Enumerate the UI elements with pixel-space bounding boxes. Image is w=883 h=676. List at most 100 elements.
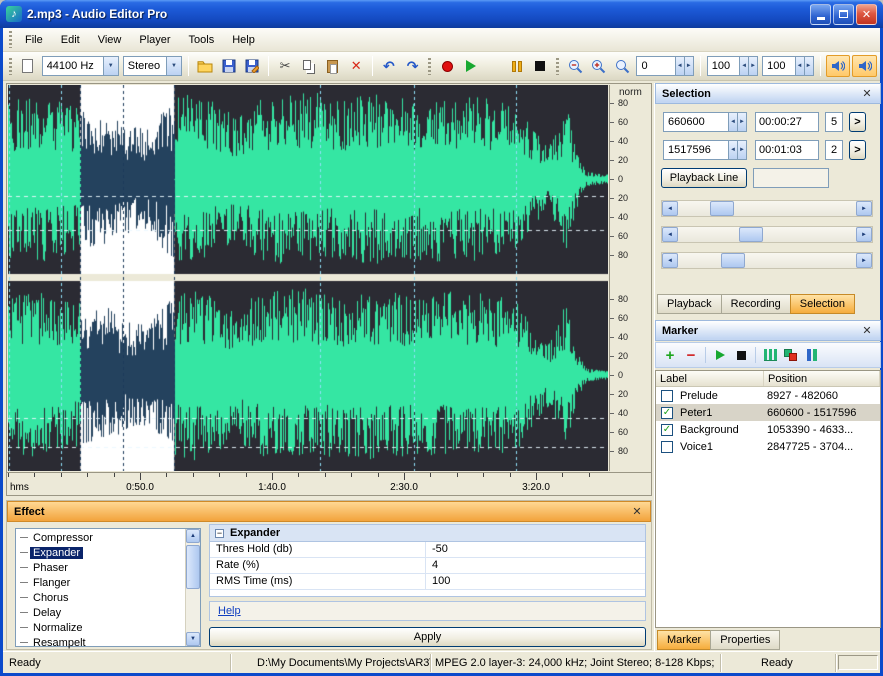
speaker-right-toggle[interactable] — [852, 55, 877, 77]
menu-view[interactable]: View — [89, 30, 131, 50]
open-file-button[interactable] — [193, 55, 217, 77]
channel-mode-combo[interactable]: Stereo ▼ — [123, 56, 182, 76]
spin-right-icon[interactable]: ► — [737, 141, 746, 159]
scroll-track[interactable] — [678, 227, 856, 242]
titlebar[interactable]: ♪ 2.mp3 - Audio Editor Pro ✕ — [0, 0, 883, 28]
scroll-left-button[interactable]: ◄ — [662, 201, 678, 216]
timeline-ruler[interactable]: hms 0:50.01:40.02:30.03:20.0 — [7, 472, 651, 496]
effect-item-delay[interactable]: Delay — [16, 605, 185, 620]
undo-button[interactable]: ↶ — [377, 55, 401, 77]
menu-player[interactable]: Player — [130, 30, 179, 50]
spin-left-icon[interactable]: ◄ — [675, 57, 684, 75]
spin-right-icon[interactable]: ► — [684, 57, 693, 75]
help-link[interactable]: Help — [218, 605, 241, 617]
save-button[interactable] — [217, 55, 241, 77]
selection-end-extra-field[interactable]: 2 — [825, 140, 843, 160]
volume-right-spinner[interactable]: 100 ◄► — [762, 56, 813, 76]
play-marker-icon[interactable] — [711, 346, 729, 364]
selection-scrollbar-2[interactable]: ◄► — [661, 226, 873, 243]
paste-button[interactable] — [321, 55, 345, 77]
stop-marker-icon[interactable] — [732, 346, 750, 364]
selection-panel-close-icon[interactable]: ✕ — [860, 87, 874, 100]
speaker-left-toggle[interactable] — [826, 55, 851, 77]
tab-selection[interactable]: Selection — [790, 294, 855, 314]
dropdown-arrow-icon[interactable]: ▼ — [103, 57, 118, 75]
effect-item-compressor[interactable]: Compressor — [16, 530, 185, 545]
effect-item-flanger[interactable]: Flanger — [16, 575, 185, 590]
column-header-position[interactable]: Position — [764, 371, 880, 386]
menu-help[interactable]: Help — [223, 30, 264, 50]
column-header-label[interactable]: Label — [656, 371, 764, 386]
scroll-track[interactable] — [678, 201, 856, 216]
menu-file[interactable]: File — [16, 30, 52, 50]
marker-checkbox[interactable] — [661, 441, 673, 453]
toolbar-grip[interactable] — [9, 58, 12, 75]
position-spinner[interactable]: 0 ◄► — [636, 56, 693, 76]
scroll-thumb[interactable] — [710, 201, 734, 216]
property-value[interactable]: 100 — [426, 574, 645, 589]
menu-edit[interactable]: Edit — [52, 30, 89, 50]
playback-line-field[interactable] — [753, 168, 829, 188]
selection-start-go-button[interactable]: > — [849, 112, 866, 132]
tab-playback[interactable]: Playback — [657, 294, 722, 314]
new-file-button[interactable] — [16, 55, 40, 77]
selection-start-time-field[interactable]: 00:00:27 — [755, 112, 819, 132]
scroll-right-button[interactable]: ► — [856, 201, 872, 216]
selection-end-time-field[interactable]: 00:01:03 — [755, 140, 819, 160]
sample-rate-combo[interactable]: 44100 Hz ▼ — [42, 56, 119, 76]
effect-list-scrollbar[interactable]: ▲ ▼ — [185, 529, 200, 646]
record-button[interactable] — [435, 55, 459, 77]
spin-right-icon[interactable]: ► — [737, 113, 746, 131]
tab-recording[interactable]: Recording — [721, 294, 791, 314]
toolbar-grip[interactable] — [428, 58, 431, 75]
effect-item-chorus[interactable]: Chorus — [16, 590, 185, 605]
marker-row[interactable]: Voice12847725 - 3704... — [656, 438, 880, 455]
scroll-left-button[interactable]: ◄ — [662, 227, 678, 242]
play-button[interactable] — [459, 55, 483, 77]
save-as-button[interactable] — [240, 55, 264, 77]
selection-end-go-button[interactable]: > — [849, 140, 866, 160]
stop-button[interactable] — [529, 55, 553, 77]
marker-columns-icon[interactable] — [761, 346, 779, 364]
close-button[interactable]: ✕ — [856, 4, 877, 25]
selection-end-sample-spinner[interactable]: 1517596 ◄► — [663, 140, 747, 160]
pause-button[interactable] — [505, 55, 529, 77]
zoom-in-button[interactable] — [587, 55, 611, 77]
scroll-up-button[interactable]: ▲ — [186, 529, 200, 543]
marker-row[interactable]: ✓Background1053390 - 4633... — [656, 421, 880, 438]
marker-row[interactable]: ✓Peter1660600 - 1517596 — [656, 404, 880, 421]
waveform-canvas[interactable] — [8, 85, 608, 471]
copy-button[interactable] — [297, 55, 321, 77]
effect-panel-close-icon[interactable]: ✕ — [630, 505, 644, 518]
remove-marker-icon[interactable]: − — [682, 346, 700, 364]
spin-left-icon[interactable]: ◄ — [728, 113, 737, 131]
selection-scrollbar-3[interactable]: ◄► — [661, 252, 873, 269]
playback-line-button[interactable]: Playback Line — [661, 168, 747, 188]
marker-checkbox[interactable]: ✓ — [661, 424, 673, 436]
spin-right-icon[interactable]: ► — [748, 57, 757, 75]
apply-button[interactable]: Apply — [209, 627, 646, 647]
dropdown-arrow-icon[interactable]: ▼ — [166, 57, 181, 75]
effect-group-header[interactable]: − Expander — [210, 525, 645, 542]
menubar-grip[interactable] — [9, 31, 12, 48]
scroll-right-button[interactable]: ► — [856, 253, 872, 268]
add-marker-icon[interactable]: + — [661, 346, 679, 364]
effect-item-phaser[interactable]: Phaser — [16, 560, 185, 575]
scroll-thumb[interactable] — [739, 227, 763, 242]
spin-left-icon[interactable]: ◄ — [739, 57, 748, 75]
spin-left-icon[interactable]: ◄ — [728, 141, 737, 159]
menu-tools[interactable]: Tools — [180, 30, 224, 50]
marker-checkbox[interactable]: ✓ — [661, 407, 673, 419]
zoom-full-button[interactable] — [611, 55, 635, 77]
spin-right-icon[interactable]: ► — [804, 57, 813, 75]
selection-start-sample-spinner[interactable]: 660600 ◄► — [663, 112, 747, 132]
minimize-button[interactable] — [810, 4, 831, 25]
marker-panel-close-icon[interactable]: ✕ — [860, 324, 874, 337]
effect-item-resampelt[interactable]: Resampelt — [16, 635, 185, 650]
effect-item-expander[interactable]: Expander — [16, 545, 185, 560]
selection-start-extra-field[interactable]: 5 — [825, 112, 843, 132]
maximize-button[interactable] — [833, 4, 854, 25]
property-value[interactable]: 4 — [426, 558, 645, 573]
spin-left-icon[interactable]: ◄ — [795, 57, 804, 75]
marker-overlap-icon[interactable] — [782, 346, 800, 364]
